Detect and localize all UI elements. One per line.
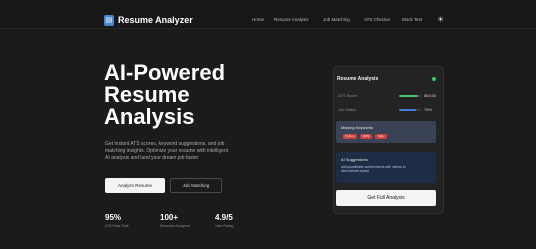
job-match-progress-bar (399, 109, 421, 111)
keyword-chip-aws: AWS (360, 134, 372, 139)
stat-value-resumes-analyzed: 100+ (160, 213, 179, 222)
ats-score-value: 85/100 (424, 93, 437, 98)
nav-link-resume-analysis[interactable]: Resume Analysis (274, 17, 309, 23)
hero-description-line-3: AI analysis and land your dream job fast… (105, 155, 199, 161)
stat-label-user-rating: User Rating (215, 224, 234, 228)
job-match-value: 75% (424, 107, 433, 112)
missing-keywords-title: Missing Keywords (341, 125, 374, 130)
ats-score-progress-bar (399, 95, 421, 97)
job-matching-button[interactable]: Job Matching (170, 178, 222, 193)
analyze-resume-button[interactable]: Analyze Resume (105, 178, 165, 193)
stat-label-ats-pass-rate: ATS Pass Rate (105, 224, 129, 228)
stat-value-user-rating: 4.9/5 (215, 213, 233, 222)
keyword-chip-sql: SQL (375, 134, 387, 139)
job-match-progress-fill (399, 109, 416, 111)
sun-icon[interactable]: ☀ (437, 15, 444, 24)
hero-description-line-2: matching insights. Optimize your resume … (105, 148, 229, 154)
get-full-analysis-button[interactable]: Get Full Analysis (336, 190, 436, 206)
hero-title-line-3: Analysis (104, 104, 195, 129)
ats-score-label: ATS Score (338, 93, 358, 98)
ats-score-progress-fill (399, 95, 418, 97)
stat-label-resumes-analyzed: Resumes Analyzed (160, 224, 190, 228)
keyword-chip-python: Python (343, 134, 357, 139)
job-match-label: Job Match (338, 107, 357, 112)
nav-link-job-matching[interactable]: Job Matching (323, 17, 350, 23)
status-indicator (432, 77, 436, 81)
nav-link-ats-checker[interactable]: ATS Checker (364, 17, 390, 23)
stat-value-ats-pass-rate: 95% (105, 213, 122, 222)
ai-suggestion-line-2: demonstrate impact (341, 169, 369, 173)
nav-link-home[interactable]: Home (252, 17, 264, 23)
nav-link-mock-test[interactable]: Mock Test (402, 17, 422, 23)
page: ▤ Resume Analyzer Home Resume Analysis J… (0, 0, 536, 249)
hero-title-line-1: AI-Powered (104, 60, 226, 85)
card-title: Resume Analysis (337, 76, 379, 82)
ai-suggestions-title: AI Suggestions (341, 157, 368, 162)
hero-title-line-2: Resume (104, 82, 190, 107)
hero-description-line-1: Get instant ATS scores, keyword suggesti… (105, 141, 225, 147)
top-navigation-bar (0, 0, 536, 29)
resume-logo-icon: ▤ (104, 15, 114, 26)
app-title[interactable]: Resume Analyzer (118, 15, 193, 26)
